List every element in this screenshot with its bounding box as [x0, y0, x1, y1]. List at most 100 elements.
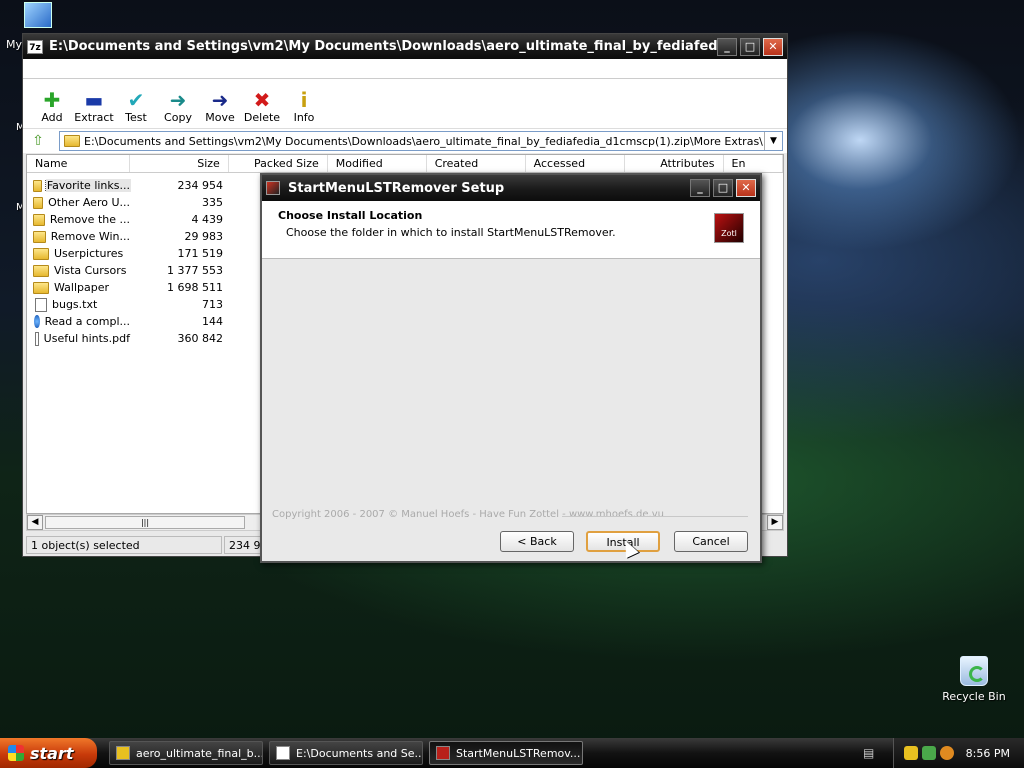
taskbar-button[interactable]: StartMenuLSTRemov... [429, 741, 583, 765]
toolbar-info-button[interactable]: i Info [283, 89, 325, 124]
maximize-button[interactable]: □ [740, 37, 760, 56]
minimize-button[interactable]: _ [717, 37, 737, 56]
file-size: 1 377 553 [167, 264, 223, 277]
taskbar-button[interactable]: E:\Documents and Se... [269, 741, 423, 765]
file-size: 713 [202, 298, 223, 311]
toolbar: ✚ Add ▬ Extract ✔ Test ➜ Copy ➜ Move ✖ Delete i Info [23, 79, 787, 129]
file-size: 29 983 [184, 230, 224, 243]
extract-icon: ▬ [84, 88, 104, 112]
window-title: E:\Documents and Settings\vm2\My Documen… [49, 39, 717, 54]
column-packed-size[interactable]: Packed Size [229, 155, 328, 172]
start-button[interactable]: start [0, 738, 97, 768]
path-text: E:\Documents and Settings\vm2\My Documen… [84, 134, 763, 148]
folder-icon [33, 213, 45, 226]
setup-titlebar[interactable]: StartMenuLSTRemover Setup _ □ ✕ [262, 175, 760, 201]
toolbar-label: Move [205, 111, 235, 124]
start-label: start [30, 743, 74, 763]
move-icon: ➜ [211, 88, 229, 112]
file-size: 1 698 511 [167, 281, 223, 294]
column-encrypted[interactable]: En [724, 155, 783, 172]
column-modified[interactable]: Modified [328, 155, 427, 172]
setup-dialog: StartMenuLSTRemover Setup _ □ ✕ Choose I… [260, 173, 762, 563]
7zip-icon: 7z [27, 39, 43, 54]
scroll-thumb[interactable]: ||| [45, 516, 245, 529]
file-size: 171 519 [177, 247, 224, 260]
status-selected: 1 object(s) selected [26, 536, 222, 554]
file-name: Other Aero U... [48, 196, 130, 209]
file-size: 234 954 [177, 179, 224, 192]
copy-icon: ➜ [169, 88, 187, 112]
folder-icon [33, 196, 44, 209]
cancel-button[interactable]: Cancel [674, 531, 748, 552]
folder-icon [33, 230, 46, 243]
setup-icon [436, 746, 450, 760]
zottel-logo-icon: Zotl [714, 213, 744, 243]
taskbar-button[interactable]: aero_ultimate_final_b... [109, 741, 263, 765]
setup-subheading: Choose the folder in which to install St… [286, 226, 616, 239]
taskbar: start aero_ultimate_final_b... E:\Documen… [0, 738, 1024, 768]
network-icon[interactable] [921, 746, 936, 760]
back-button[interactable]: < Back [500, 531, 574, 552]
close-button[interactable]: ✕ [763, 37, 783, 56]
desktop-icon-label: My [6, 38, 23, 51]
toolbar-label: Delete [243, 111, 281, 124]
column-size[interactable]: Size [130, 155, 229, 172]
file-size: 335 [202, 196, 223, 209]
column-headers: Name Size Packed Size Modified Created A… [27, 155, 783, 173]
delete-icon: ✖ [253, 88, 271, 112]
file-size: 360 842 [177, 332, 224, 345]
folder-icon [33, 247, 49, 260]
file-name: Vista Cursors [54, 264, 127, 277]
windows-logo-icon [8, 745, 24, 761]
toolbar-label: Test [125, 111, 147, 124]
file-name: Read a compl... [44, 315, 130, 328]
path-combobox[interactable]: E:\Documents and Settings\vm2\My Documen… [59, 131, 783, 151]
up-folder-button[interactable]: ⇧ [27, 131, 49, 151]
address-bar: ⇧ E:\Documents and Settings\vm2\My Docum… [23, 129, 787, 153]
scroll-left-button[interactable]: ◀ [27, 515, 43, 530]
scroll-right-button[interactable]: ▶ [767, 515, 783, 530]
file-name: Wallpaper [54, 281, 110, 294]
column-created[interactable]: Created [427, 155, 526, 172]
column-attributes[interactable]: Attributes [625, 155, 724, 172]
toolbar-copy-button[interactable]: ➜ Copy [157, 89, 199, 124]
toolbar-move-button[interactable]: ➜ Move [199, 89, 241, 124]
desktop-icon-recycle-bin[interactable]: Recycle Bin [940, 656, 1008, 703]
toolbar-test-button[interactable]: ✔ Test [115, 89, 157, 124]
toolbar-label: Info [293, 111, 315, 124]
computer-icon [24, 2, 52, 28]
taskbar-button-label: StartMenuLSTRemov... [456, 746, 581, 760]
close-button[interactable]: ✕ [736, 179, 756, 197]
search-icon[interactable] [939, 746, 954, 760]
test-icon: ✔ [127, 88, 145, 112]
folder-icon [33, 281, 49, 294]
copyright-text: Copyright 2006 - 2007 © Manuel Hoefs - H… [272, 509, 664, 520]
minimize-button[interactable]: _ [690, 179, 710, 197]
chevron-down-icon[interactable]: ▼ [764, 132, 782, 150]
setup-heading: Choose Install Location [278, 209, 423, 222]
recycle-bin-icon [960, 656, 988, 686]
setup-body [262, 259, 760, 513]
menu-bar [23, 59, 787, 79]
toolbar-add-button[interactable]: ✚ Add [31, 89, 73, 124]
logo-text: Zotl [721, 229, 737, 238]
taskbar-button-label: E:\Documents and Se... [296, 746, 423, 760]
setup-header: Choose Install Location Choose the folde… [262, 201, 760, 259]
folder-icon [116, 746, 130, 760]
info-icon: i [300, 88, 308, 112]
text-file-icon [35, 297, 47, 312]
keyboard-icon[interactable]: ▤ [859, 746, 879, 760]
folder-icon [33, 264, 49, 277]
add-icon: ✚ [43, 88, 61, 112]
clock[interactable]: 8:56 PM [966, 747, 1010, 760]
maximize-button[interactable]: □ [713, 179, 733, 197]
column-accessed[interactable]: Accessed [526, 155, 625, 172]
toolbar-extract-button[interactable]: ▬ Extract [73, 89, 115, 124]
7zip-titlebar[interactable]: 7z E:\Documents and Settings\vm2\My Docu… [23, 34, 787, 59]
desktop-icon-my-computer[interactable] [24, 2, 56, 30]
folder-icon [33, 179, 42, 192]
security-shield-icon[interactable] [903, 746, 918, 760]
file-size: 144 [202, 315, 223, 328]
column-name[interactable]: Name [27, 155, 130, 172]
toolbar-delete-button[interactable]: ✖ Delete [241, 89, 283, 124]
